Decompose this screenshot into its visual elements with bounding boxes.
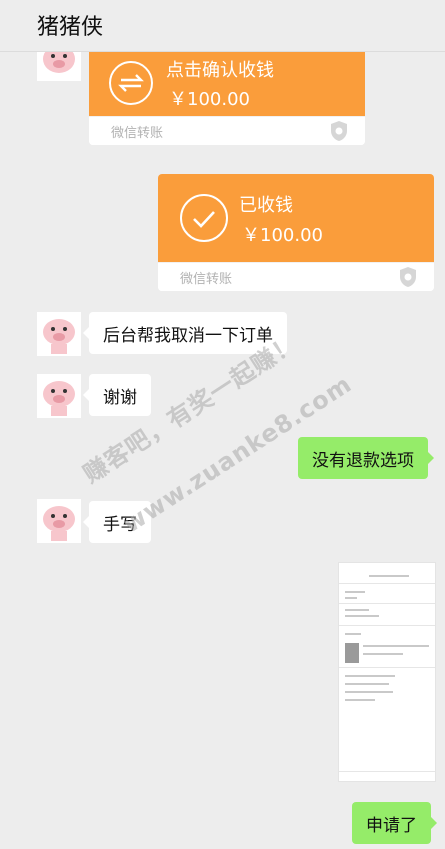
message-text: 申请了	[366, 815, 417, 836]
transfer-action: 已收钱	[239, 195, 293, 216]
shield-icon	[331, 121, 347, 141]
transfer-footer: 微信转账	[158, 262, 434, 291]
contact-avatar[interactable]	[37, 499, 81, 543]
chat-header: 猪猪侠	[0, 0, 445, 52]
message-text: 手写	[103, 514, 137, 535]
message-text: 没有退款选项	[312, 450, 414, 471]
checkmark-icon	[180, 194, 228, 242]
shield-icon	[400, 267, 416, 287]
header-divider	[0, 51, 445, 52]
message-text: 谢谢	[103, 387, 137, 408]
transfer-card-received[interactable]: 已收钱 ￥100.00 微信转账	[158, 174, 434, 291]
message-bubble-sent[interactable]: 申请了	[352, 802, 437, 844]
transfer-action: 点击确认收钱	[166, 60, 274, 81]
transfer-footer-label: 微信转账	[180, 272, 233, 287]
message-bubble[interactable]: 谢谢	[83, 374, 151, 416]
contact-avatar[interactable]	[37, 374, 81, 418]
transfer-amount: ￥100.00	[242, 225, 323, 246]
contact-avatar[interactable]	[37, 312, 81, 356]
message-bubble[interactable]: 后台帮我取消一下订单	[83, 312, 287, 354]
chat-title: 猪猪侠	[37, 15, 104, 40]
transfer-footer: 微信转账	[89, 116, 365, 145]
transfer-card-body: 已收钱 ￥100.00	[158, 174, 434, 262]
message-text: 后台帮我取消一下订单	[103, 325, 273, 346]
message-bubble-sent[interactable]: 没有退款选项	[298, 437, 434, 479]
screenshot-image[interactable]	[338, 562, 436, 782]
transfer-amount: ￥100.00	[169, 89, 250, 110]
transfer-arrows-icon	[109, 61, 153, 105]
message-bubble[interactable]: 手写	[83, 501, 151, 543]
transfer-footer-label: 微信转账	[111, 126, 164, 141]
